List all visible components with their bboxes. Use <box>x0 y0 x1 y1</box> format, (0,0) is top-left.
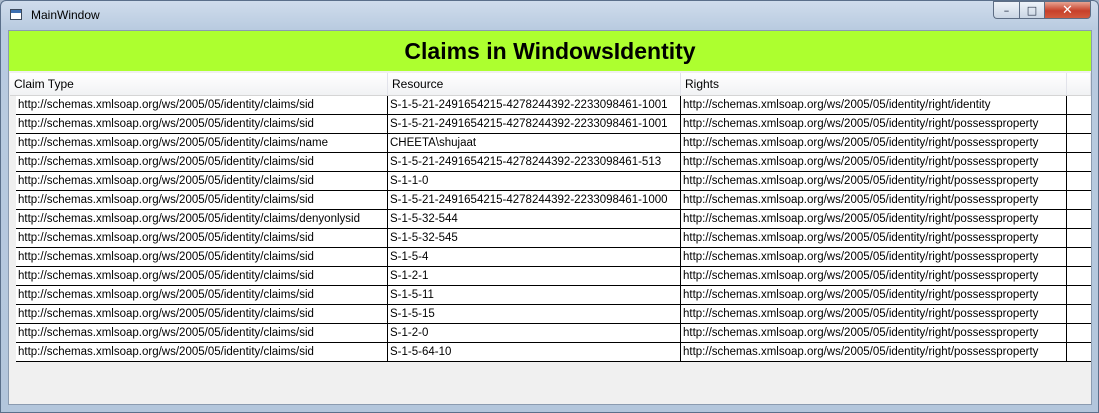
maximize-button[interactable]: □ <box>1019 1 1045 19</box>
cell-filler <box>1067 210 1091 228</box>
cell-filler <box>1067 305 1091 323</box>
cell-resource[interactable]: S-1-5-15 <box>388 305 681 323</box>
cell-filler <box>1067 115 1091 133</box>
column-header-resource[interactable]: Resource <box>388 73 681 95</box>
table-row[interactable]: http://schemas.xmlsoap.org/ws/2005/05/id… <box>16 134 1091 153</box>
cell-claim-type[interactable]: http://schemas.xmlsoap.org/ws/2005/05/id… <box>16 286 388 304</box>
cell-filler <box>1067 248 1091 266</box>
cell-claim-type[interactable]: http://schemas.xmlsoap.org/ws/2005/05/id… <box>16 343 388 361</box>
cell-rights[interactable]: http://schemas.xmlsoap.org/ws/2005/05/id… <box>681 267 1067 285</box>
cell-rights[interactable]: http://schemas.xmlsoap.org/ws/2005/05/id… <box>681 210 1067 228</box>
cell-claim-type[interactable]: http://schemas.xmlsoap.org/ws/2005/05/id… <box>16 210 388 228</box>
cell-resource[interactable]: S-1-2-0 <box>388 324 681 342</box>
cell-filler <box>1067 324 1091 342</box>
cell-rights[interactable]: http://schemas.xmlsoap.org/ws/2005/05/id… <box>681 248 1067 266</box>
table-row[interactable]: http://schemas.xmlsoap.org/ws/2005/05/id… <box>16 153 1091 172</box>
cell-filler <box>1067 343 1091 361</box>
window-title: MainWindow <box>31 8 100 22</box>
column-header-rights[interactable]: Rights <box>681 73 1067 95</box>
cell-rights[interactable]: http://schemas.xmlsoap.org/ws/2005/05/id… <box>681 324 1067 342</box>
cell-resource[interactable]: S-1-5-21-2491654215-4278244392-223309846… <box>388 191 681 209</box>
table-row[interactable]: http://schemas.xmlsoap.org/ws/2005/05/id… <box>16 172 1091 191</box>
table-row[interactable]: http://schemas.xmlsoap.org/ws/2005/05/id… <box>16 343 1091 362</box>
minimize-button[interactable]: – <box>993 1 1019 19</box>
cell-claim-type[interactable]: http://schemas.xmlsoap.org/ws/2005/05/id… <box>16 324 388 342</box>
cell-rights[interactable]: http://schemas.xmlsoap.org/ws/2005/05/id… <box>681 115 1067 133</box>
cell-resource[interactable]: S-1-5-64-10 <box>388 343 681 361</box>
cell-claim-type[interactable]: http://schemas.xmlsoap.org/ws/2005/05/id… <box>16 172 388 190</box>
cell-claim-type[interactable]: http://schemas.xmlsoap.org/ws/2005/05/id… <box>16 96 388 114</box>
main-window: MainWindow – □ ✕ Claims in WindowsIdenti… <box>0 0 1099 413</box>
page-title: Claims in WindowsIdentity <box>404 37 696 64</box>
cell-rights[interactable]: http://schemas.xmlsoap.org/ws/2005/05/id… <box>681 153 1067 171</box>
cell-rights[interactable]: http://schemas.xmlsoap.org/ws/2005/05/id… <box>681 191 1067 209</box>
window-icon[interactable] <box>10 9 22 20</box>
cell-resource[interactable]: CHEETA\shujaat <box>388 134 681 152</box>
table-row[interactable]: http://schemas.xmlsoap.org/ws/2005/05/id… <box>16 191 1091 210</box>
cell-resource[interactable]: S-1-5-4 <box>388 248 681 266</box>
grid-body: http://schemas.xmlsoap.org/ws/2005/05/id… <box>16 96 1091 362</box>
cell-claim-type[interactable]: http://schemas.xmlsoap.org/ws/2005/05/id… <box>16 153 388 171</box>
minimize-icon: – <box>1003 3 1010 17</box>
column-header-filler <box>1067 73 1091 95</box>
cell-resource[interactable]: S-1-5-11 <box>388 286 681 304</box>
cell-claim-type[interactable]: http://schemas.xmlsoap.org/ws/2005/05/id… <box>16 267 388 285</box>
cell-rights[interactable]: http://schemas.xmlsoap.org/ws/2005/05/id… <box>681 343 1067 361</box>
cell-rights[interactable]: http://schemas.xmlsoap.org/ws/2005/05/id… <box>681 96 1067 114</box>
cell-resource[interactable]: S-1-5-32-544 <box>388 210 681 228</box>
cell-filler <box>1067 191 1091 209</box>
close-button[interactable]: ✕ <box>1045 1 1091 19</box>
cell-resource[interactable]: S-1-5-21-2491654215-4278244392-223309846… <box>388 153 681 171</box>
cell-resource[interactable]: S-1-2-1 <box>388 267 681 285</box>
cell-filler <box>1067 134 1091 152</box>
cell-rights[interactable]: http://schemas.xmlsoap.org/ws/2005/05/id… <box>681 229 1067 247</box>
table-row[interactable]: http://schemas.xmlsoap.org/ws/2005/05/id… <box>16 115 1091 134</box>
title-bar[interactable]: MainWindow – □ ✕ <box>1 1 1098 29</box>
cell-resource[interactable]: S-1-5-21-2491654215-4278244392-223309846… <box>388 115 681 133</box>
cell-claim-type[interactable]: http://schemas.xmlsoap.org/ws/2005/05/id… <box>16 248 388 266</box>
cell-resource[interactable]: S-1-5-32-545 <box>388 229 681 247</box>
header-banner: Claims in WindowsIdentity <box>9 31 1091 71</box>
window-controls: – □ ✕ <box>993 1 1091 20</box>
cell-filler <box>1067 96 1091 114</box>
cell-resource[interactable]: S-1-5-21-2491654215-4278244392-223309846… <box>388 96 681 114</box>
cell-rights[interactable]: http://schemas.xmlsoap.org/ws/2005/05/id… <box>681 286 1067 304</box>
cell-rights[interactable]: http://schemas.xmlsoap.org/ws/2005/05/id… <box>681 172 1067 190</box>
cell-filler <box>1067 172 1091 190</box>
table-row[interactable]: http://schemas.xmlsoap.org/ws/2005/05/id… <box>16 96 1091 115</box>
table-row[interactable]: http://schemas.xmlsoap.org/ws/2005/05/id… <box>16 286 1091 305</box>
table-row[interactable]: http://schemas.xmlsoap.org/ws/2005/05/id… <box>16 229 1091 248</box>
cell-claim-type[interactable]: http://schemas.xmlsoap.org/ws/2005/05/id… <box>16 305 388 323</box>
table-row[interactable]: http://schemas.xmlsoap.org/ws/2005/05/id… <box>16 305 1091 324</box>
table-row[interactable]: http://schemas.xmlsoap.org/ws/2005/05/id… <box>16 324 1091 343</box>
maximize-icon: □ <box>1026 3 1038 17</box>
table-row[interactable]: http://schemas.xmlsoap.org/ws/2005/05/id… <box>16 210 1091 229</box>
claims-grid[interactable]: Claim Type Resource Rights http://schema… <box>10 73 1091 362</box>
cell-rights[interactable]: http://schemas.xmlsoap.org/ws/2005/05/id… <box>681 134 1067 152</box>
cell-resource[interactable]: S-1-1-0 <box>388 172 681 190</box>
cell-filler <box>1067 267 1091 285</box>
grid-header: Claim Type Resource Rights <box>10 73 1091 96</box>
cell-claim-type[interactable]: http://schemas.xmlsoap.org/ws/2005/05/id… <box>16 191 388 209</box>
cell-filler <box>1067 229 1091 247</box>
column-header-claim-type[interactable]: Claim Type <box>10 73 388 95</box>
cell-claim-type[interactable]: http://schemas.xmlsoap.org/ws/2005/05/id… <box>16 115 388 133</box>
table-row[interactable]: http://schemas.xmlsoap.org/ws/2005/05/id… <box>16 248 1091 267</box>
cell-rights[interactable]: http://schemas.xmlsoap.org/ws/2005/05/id… <box>681 305 1067 323</box>
cell-filler <box>1067 153 1091 171</box>
client-area: Claims in WindowsIdentity Claim Type Res… <box>8 30 1092 405</box>
table-row[interactable]: http://schemas.xmlsoap.org/ws/2005/05/id… <box>16 267 1091 286</box>
cell-claim-type[interactable]: http://schemas.xmlsoap.org/ws/2005/05/id… <box>16 229 388 247</box>
cell-claim-type[interactable]: http://schemas.xmlsoap.org/ws/2005/05/id… <box>16 134 388 152</box>
cell-filler <box>1067 286 1091 304</box>
close-icon: ✕ <box>1062 2 1073 18</box>
